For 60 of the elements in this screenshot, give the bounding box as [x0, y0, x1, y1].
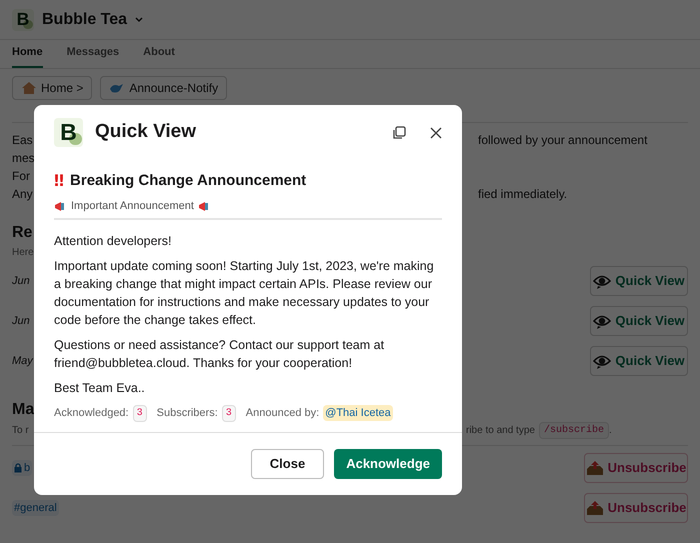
close-icon[interactable] — [430, 126, 442, 138]
intro-text: For — [12, 168, 30, 185]
announcement-paragraph: Best Team Eva.. — [54, 380, 146, 396]
breadcrumb-button[interactable]: Home > — [12, 76, 92, 100]
section-heading: Ma — [12, 400, 34, 420]
quick-view-button[interactable]: Quick View — [590, 266, 688, 296]
bird-icon — [109, 81, 126, 95]
eye-icon — [593, 353, 612, 369]
announcement-date: May — [12, 354, 33, 369]
quick-view-button[interactable]: Quick View — [590, 346, 688, 376]
workspace-name[interactable]: Bubble Tea — [42, 8, 128, 32]
intro-text: Eas — [12, 132, 33, 149]
lock-icon — [14, 463, 22, 473]
chevron-down-icon[interactable] — [135, 16, 144, 22]
section-hint: To r — [12, 424, 30, 438]
stat-label: Announced by: — [246, 406, 320, 421]
section-hint: Here — [12, 246, 34, 260]
eye-icon — [593, 273, 612, 289]
announcement-heading: Breaking Change Announcement — [70, 170, 306, 191]
house-icon — [21, 81, 37, 95]
section-hint: . — [608, 424, 612, 438]
dialog-title: Quick View — [95, 120, 196, 144]
acknowledge-button[interactable]: Acknowledge — [334, 448, 442, 478]
quick-view-button[interactable]: Quick View — [590, 306, 688, 336]
channel-tag[interactable]: b — [12, 460, 32, 476]
close-button[interactable]: Close — [250, 448, 324, 478]
outbox-tray-icon — [586, 500, 604, 516]
app-logo: B — [54, 118, 83, 147]
announcement-paragraph: Questions or need assistance? Contact our support team at friend@bubbletea.cloud. Thanks for your cooperation! — [54, 336, 386, 372]
eye-icon — [593, 313, 612, 329]
announcement-paragraph: Important update coming soon! Starting July 1st, 2023, we're making a breaking change that might impact certain APIs. Please review our documentation for instructions and make necessary updates to your code before the change takes effect. — [54, 258, 435, 328]
megaphone-icon — [198, 200, 211, 212]
announcement-paragraph: Attention developers! — [54, 232, 172, 250]
intro-text: Any — [12, 186, 33, 203]
megaphone-icon — [54, 200, 67, 212]
command-code: /subscribe — [538, 422, 609, 439]
breadcrumb-button[interactable]: Announce-Notify — [100, 76, 228, 100]
double-exclamation-mark: ‼ — [54, 170, 64, 192]
intro-text: mes — [12, 150, 35, 167]
channel-tag[interactable]: #general — [12, 500, 59, 516]
stat-label: Acknowledged: — [54, 406, 129, 421]
stat-label: Subscribers: — [156, 406, 218, 421]
announcement-date: Jun — [12, 314, 30, 329]
app-logo: B — [12, 8, 34, 30]
outbox-tray-icon — [586, 460, 604, 476]
count-badge: 3 — [222, 404, 236, 422]
announcement-subtitle: Important Announcement — [71, 199, 194, 214]
intro-text: followed by your announcement — [478, 132, 648, 149]
tab[interactable]: Messages — [66, 44, 120, 68]
unsubscribe-button[interactable]: Unsubscribe — [584, 493, 688, 523]
count-badge: 3 — [132, 404, 147, 422]
tab[interactable]: About — [143, 44, 175, 68]
section-hint: ribe to and type — [466, 424, 535, 438]
copy-icon[interactable] — [392, 126, 406, 140]
user-mention[interactable]: @Thai Icetea — [323, 404, 393, 422]
section-heading: Re — [12, 223, 32, 243]
intro-text: fied immediately. — [478, 186, 568, 203]
unsubscribe-button[interactable]: Unsubscribe — [584, 453, 688, 483]
tab[interactable]: Home — [12, 44, 43, 68]
announcement-date: Jun — [12, 274, 30, 289]
